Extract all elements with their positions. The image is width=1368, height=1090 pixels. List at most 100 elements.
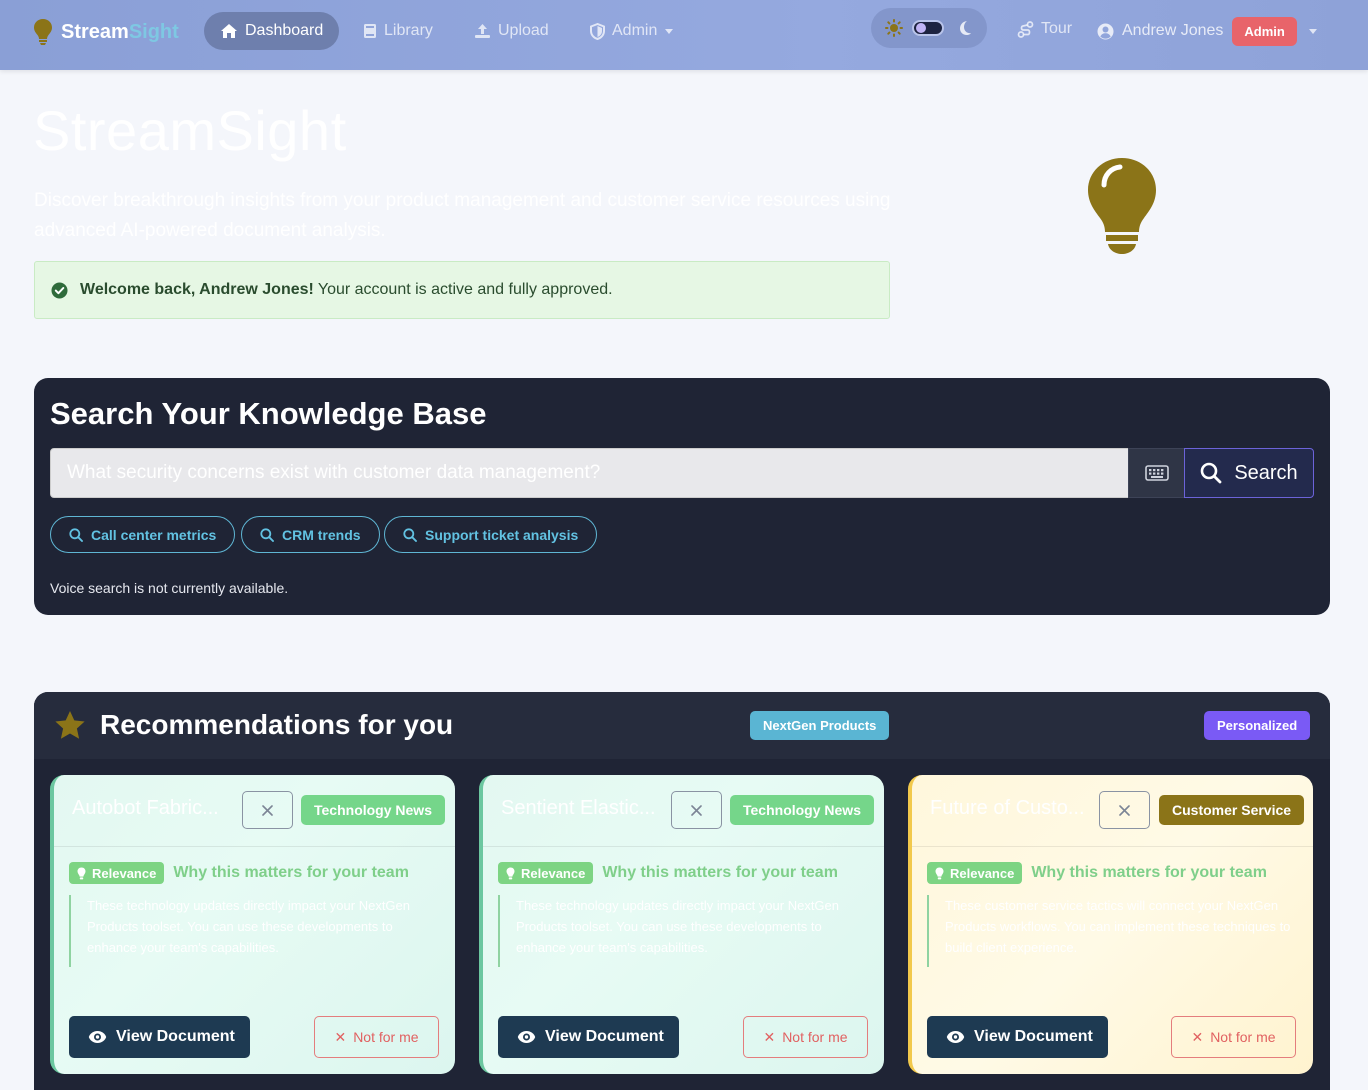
search-input[interactable] xyxy=(50,448,1129,498)
view-document-button[interactable]: View Document xyxy=(498,1016,679,1058)
star-icon xyxy=(55,711,85,739)
relevance-heading: Why this matters for your team xyxy=(173,864,409,881)
search-button-label: Search xyxy=(1234,461,1298,484)
chevron-down-icon xyxy=(1308,28,1317,34)
card-title[interactable]: Autobot Fabric... xyxy=(72,797,227,820)
close-icon xyxy=(262,804,273,816)
relevance-badge: Relevance xyxy=(498,862,594,884)
sun-icon xyxy=(885,19,903,37)
upload-icon xyxy=(475,24,490,38)
card-title[interactable]: Future of Custo... xyxy=(930,797,1085,820)
card-title[interactable]: Sentient Elastic... xyxy=(501,797,656,820)
view-document-button[interactable]: View Document xyxy=(69,1016,250,1058)
recommendations-header: Recommendations for you NextGen Products… xyxy=(34,692,1330,759)
relevance-heading: Why this matters for your team xyxy=(602,864,838,881)
welcome-text: Your account is active and fully approve… xyxy=(317,281,613,298)
route-icon xyxy=(1017,20,1034,38)
tour-link[interactable]: Tour xyxy=(1017,16,1072,42)
dismiss-button[interactable] xyxy=(1099,791,1150,829)
view-document-button[interactable]: View Document xyxy=(927,1016,1108,1058)
nav-admin-dropdown[interactable]: Admin xyxy=(574,12,689,50)
suggestion-chip-support-ticket[interactable]: Support ticket analysis xyxy=(384,516,598,553)
keyboard-icon xyxy=(1144,465,1169,481)
not-for-me-label: Not for me xyxy=(782,1029,848,1045)
brand-name-accent: Sight xyxy=(128,20,179,43)
relevance-badge: Relevance xyxy=(69,862,165,884)
category-badge: Technology News xyxy=(730,795,874,825)
hero-title: StreamSight xyxy=(33,99,347,162)
search-icon xyxy=(403,527,417,542)
chip-label: Support ticket analysis xyxy=(425,526,579,543)
relevance-body: These customer service tactics will conn… xyxy=(927,895,1299,967)
relevance-body: These technology updates directly impact… xyxy=(69,895,441,967)
not-for-me-label: Not for me xyxy=(1210,1029,1276,1045)
shield-icon xyxy=(590,22,605,40)
relevance-row: Relevance Why this matters for your team xyxy=(498,862,838,884)
chip-label: Call center metrics xyxy=(91,526,217,543)
search-panel: Search Your Knowledge Base Search Call c… xyxy=(34,378,1330,615)
moon-icon xyxy=(960,21,971,36)
dark-mode-switch[interactable] xyxy=(912,20,944,36)
search-title: Search Your Knowledge Base xyxy=(50,396,487,431)
dismiss-button[interactable] xyxy=(671,791,722,829)
brand-logo[interactable]: Stream Sight xyxy=(33,17,179,47)
recommendation-card: Future of Custo... Customer Service Rele… xyxy=(908,775,1313,1074)
role-badge: Admin xyxy=(1232,16,1297,46)
close-icon: ✕ xyxy=(1191,1028,1204,1045)
user-menu[interactable]: Andrew Jones Admin xyxy=(1097,16,1317,46)
search-icon xyxy=(69,527,83,542)
lightbulb-icon xyxy=(935,867,944,879)
relevance-heading: Why this matters for your team xyxy=(1031,864,1267,881)
relevance-row: Relevance Why this matters for your team xyxy=(927,862,1267,884)
top-navbar: Stream Sight Dashboard Library Upload Adm… xyxy=(0,0,1368,70)
eye-icon xyxy=(517,1031,536,1043)
not-for-me-button[interactable]: ✕ Not for me xyxy=(743,1016,868,1058)
lightbulb-icon xyxy=(77,867,86,879)
product-badge: NextGen Products xyxy=(750,711,890,740)
chip-label: CRM trends xyxy=(282,526,361,543)
lightbulb-icon xyxy=(506,867,515,879)
nav-library[interactable]: Library xyxy=(347,12,449,50)
recommendations-title: Recommendations for you xyxy=(100,709,454,740)
search-icon xyxy=(260,527,274,542)
user-name: Andrew Jones xyxy=(1122,22,1224,39)
view-document-label: View Document xyxy=(116,1028,235,1045)
not-for-me-button[interactable]: ✕ Not for me xyxy=(1171,1016,1296,1058)
relevance-body: These technology updates directly impact… xyxy=(498,895,870,967)
recommendations-panel: Recommendations for you NextGen Products… xyxy=(34,692,1330,1090)
recommendation-card: Autobot Fabric... Technology News Releva… xyxy=(50,775,455,1074)
nav-dashboard[interactable]: Dashboard xyxy=(204,12,340,50)
not-for-me-label: Not for me xyxy=(353,1029,419,1045)
suggestion-chip-crm-trends[interactable]: CRM trends xyxy=(241,516,380,553)
welcome-alert: Welcome back, Andrew Jones! Your account… xyxy=(34,261,890,319)
voice-search-note: Voice search is not currently available. xyxy=(50,580,289,596)
relevance-badge: Relevance xyxy=(927,862,1023,884)
chevron-down-icon xyxy=(665,28,674,34)
lightbulb-icon xyxy=(1088,158,1156,254)
suggestion-chip-call-center[interactable]: Call center metrics xyxy=(50,516,236,553)
recommendation-card: Sentient Elastic... Technology News Rele… xyxy=(479,775,884,1074)
personalized-badge: Personalized xyxy=(1204,711,1311,740)
switch-knob xyxy=(916,23,926,33)
close-icon xyxy=(691,804,702,816)
keyboard-button[interactable] xyxy=(1128,448,1185,498)
search-button[interactable]: Search xyxy=(1184,448,1314,498)
brand-name-primary: Stream xyxy=(61,20,129,43)
not-for-me-button[interactable]: ✕ Not for me xyxy=(314,1016,439,1058)
view-document-label: View Document xyxy=(974,1028,1093,1045)
card-header: Future of Custo... Customer Service xyxy=(912,775,1313,847)
close-icon: ✕ xyxy=(763,1028,776,1045)
card-header: Sentient Elastic... Technology News xyxy=(483,775,884,847)
search-icon xyxy=(1201,462,1222,484)
check-circle-icon xyxy=(51,282,68,298)
dismiss-button[interactable] xyxy=(242,791,293,829)
category-badge: Technology News xyxy=(301,795,445,825)
lightbulb-icon xyxy=(34,19,52,45)
close-icon xyxy=(1119,804,1130,816)
user-circle-icon xyxy=(1097,23,1114,39)
nav-dashboard-label: Dashboard xyxy=(245,22,324,39)
nav-upload[interactable]: Upload xyxy=(458,12,565,50)
view-document-label: View Document xyxy=(545,1028,664,1045)
theme-toggle[interactable] xyxy=(871,8,987,48)
category-badge: Customer Service xyxy=(1159,795,1305,825)
